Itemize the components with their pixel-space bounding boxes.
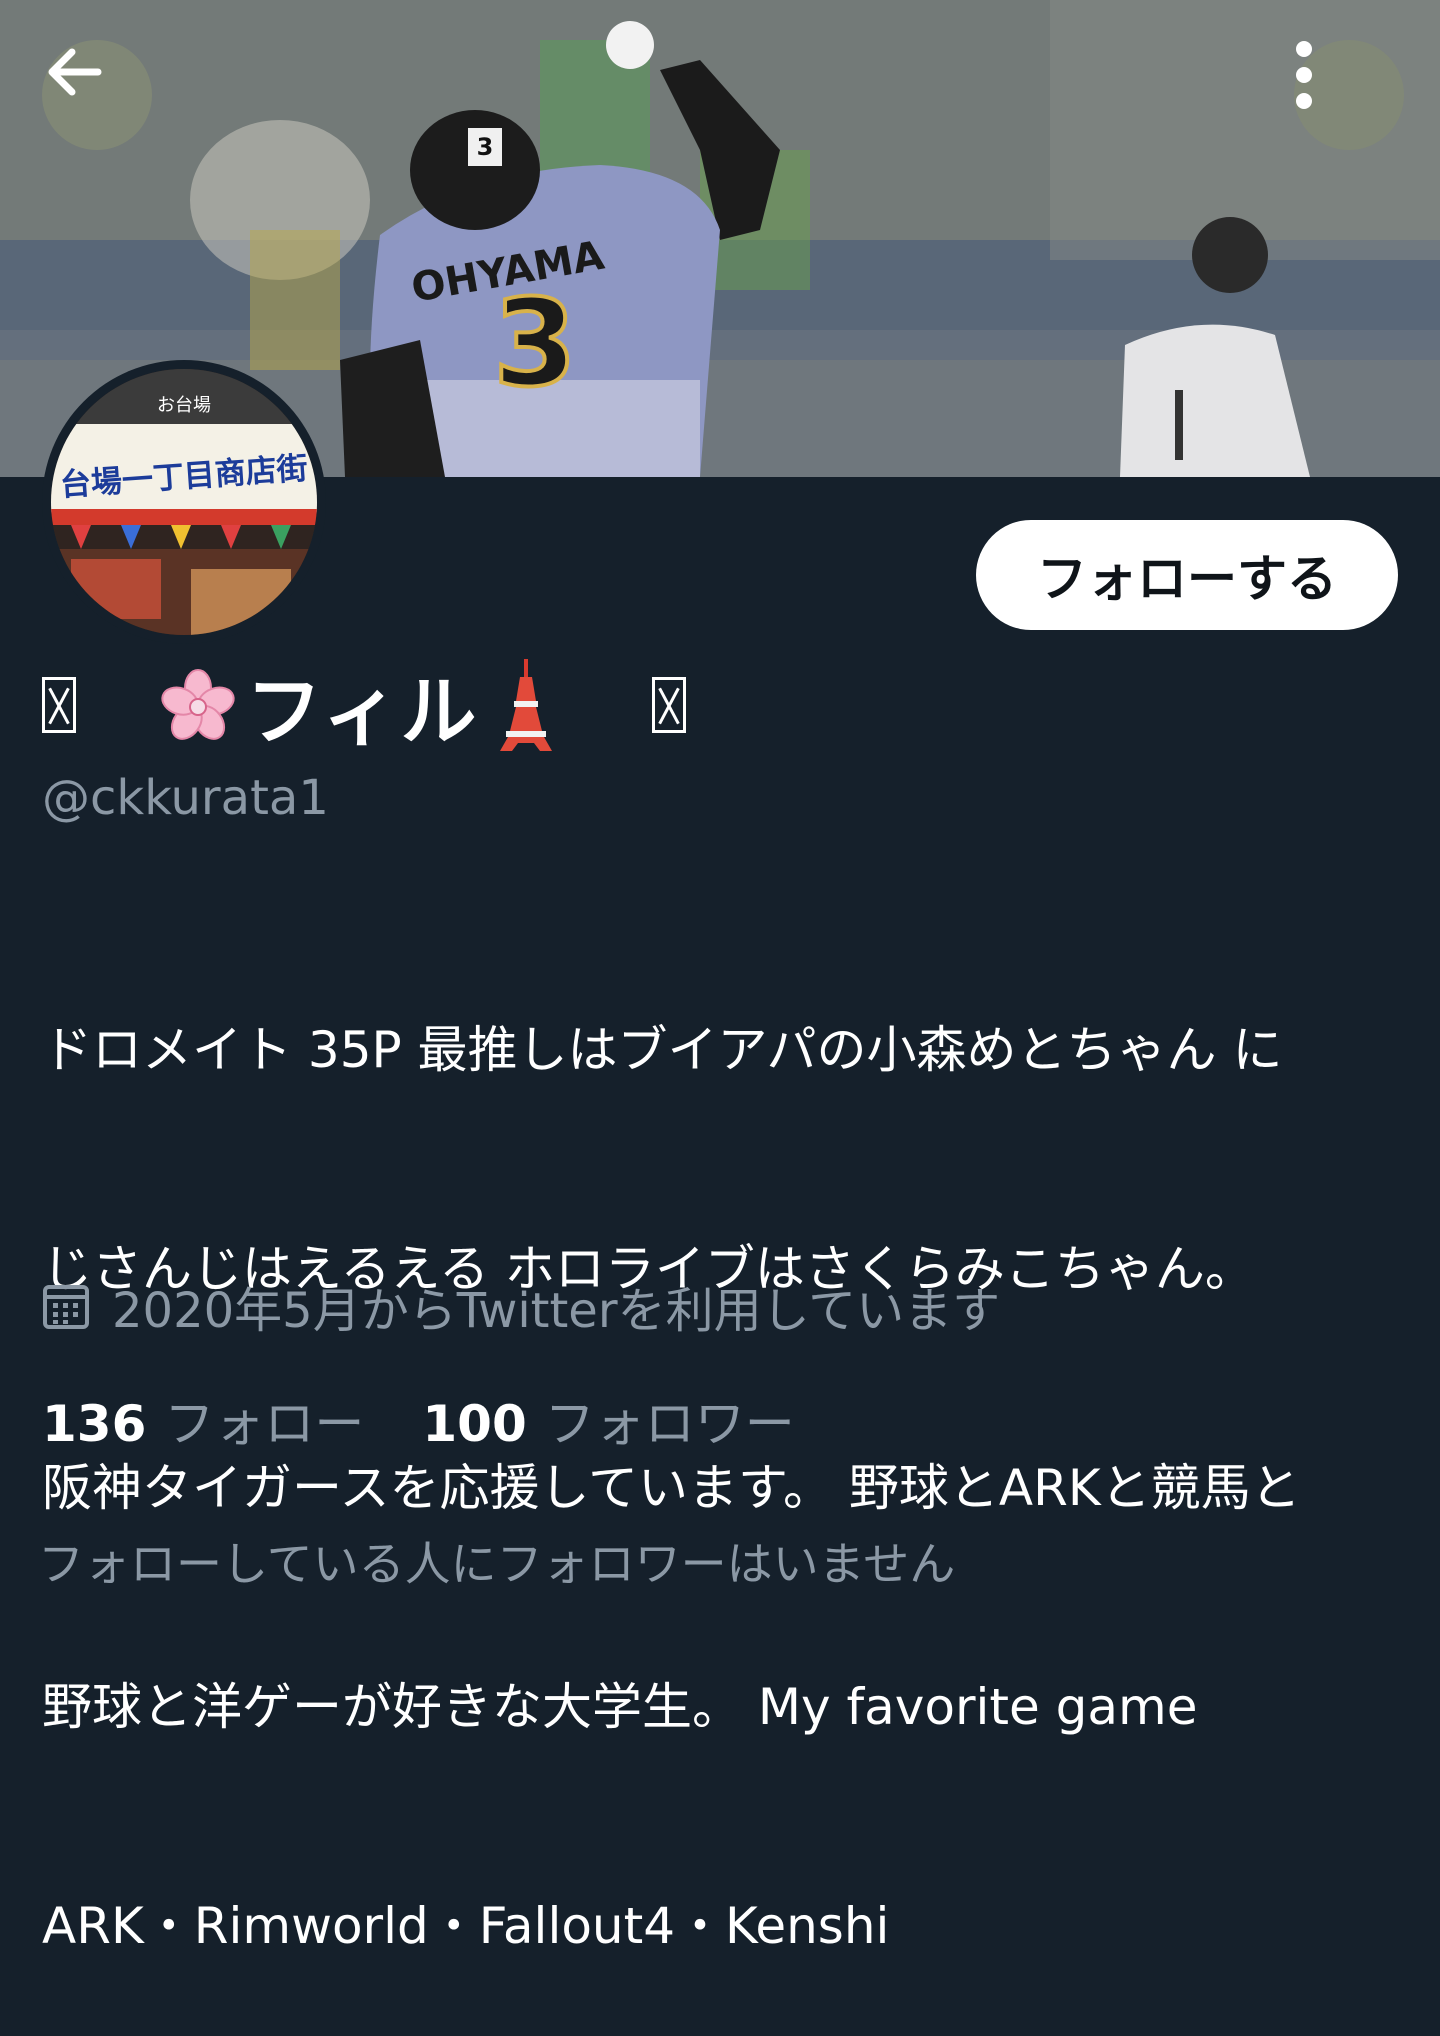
following-count: 136 [42, 1395, 147, 1453]
following-link[interactable]: 136 フォロー [42, 1384, 364, 1456]
bio-line: 野球と洋ゲーが好きな大学生。 My favorite game [42, 1678, 1198, 1736]
followers-label: フォロワー [544, 1395, 795, 1453]
vertical-ellipsis-icon [1296, 41, 1312, 109]
calendar-icon [43, 1285, 89, 1329]
mutual-followers-note: フォローしている人にフォロワーはいません [38, 1537, 956, 1591]
followers-count: 100 [422, 1395, 527, 1453]
bio-line: 阪神タイガースを応援しています。 野球とARKと競馬と [42, 1459, 1301, 1517]
joined-text: 2020年5月からTwitterを利用しています [112, 1283, 1001, 1339]
arrow-left-icon [48, 48, 102, 96]
tokyo-tower-icon [500, 659, 553, 751]
following-label: フォロー [164, 1395, 365, 1453]
avatar-sign-subtext: お台場 [157, 395, 211, 416]
more-options-button[interactable] [1294, 40, 1404, 150]
missing-glyph-icon [42, 677, 76, 733]
helmet-number: 3 [477, 133, 494, 161]
avatar-image: お台場 台場一丁目商店街 [51, 369, 317, 635]
display-name-row: フィル [42, 655, 687, 756]
display-name: フィル [246, 667, 479, 756]
profile-avatar[interactable]: お台場 台場一丁目商店街 [42, 360, 326, 644]
bio-line: ARK・Rimworld・Fallout4・Kenshi [42, 1897, 890, 1955]
followers-link[interactable]: 100 フォロワー [422, 1384, 794, 1456]
back-button[interactable] [42, 40, 152, 150]
follow-stats: 136 フォロー 100 フォロワー [42, 1385, 795, 1455]
follow-button[interactable]: フォローする [976, 520, 1398, 630]
joined-date: 2020年5月からTwitterを利用しています [42, 1275, 1000, 1339]
bio-line: ドロメイト 35P 最推しはブイアパの小森めとちゃん に [42, 1021, 1283, 1079]
jersey-number: 3 [493, 275, 577, 414]
missing-glyph-icon [652, 677, 687, 733]
cherry-blossom-icon [161, 669, 235, 740]
user-handle: @ckkurata1 [42, 770, 329, 826]
